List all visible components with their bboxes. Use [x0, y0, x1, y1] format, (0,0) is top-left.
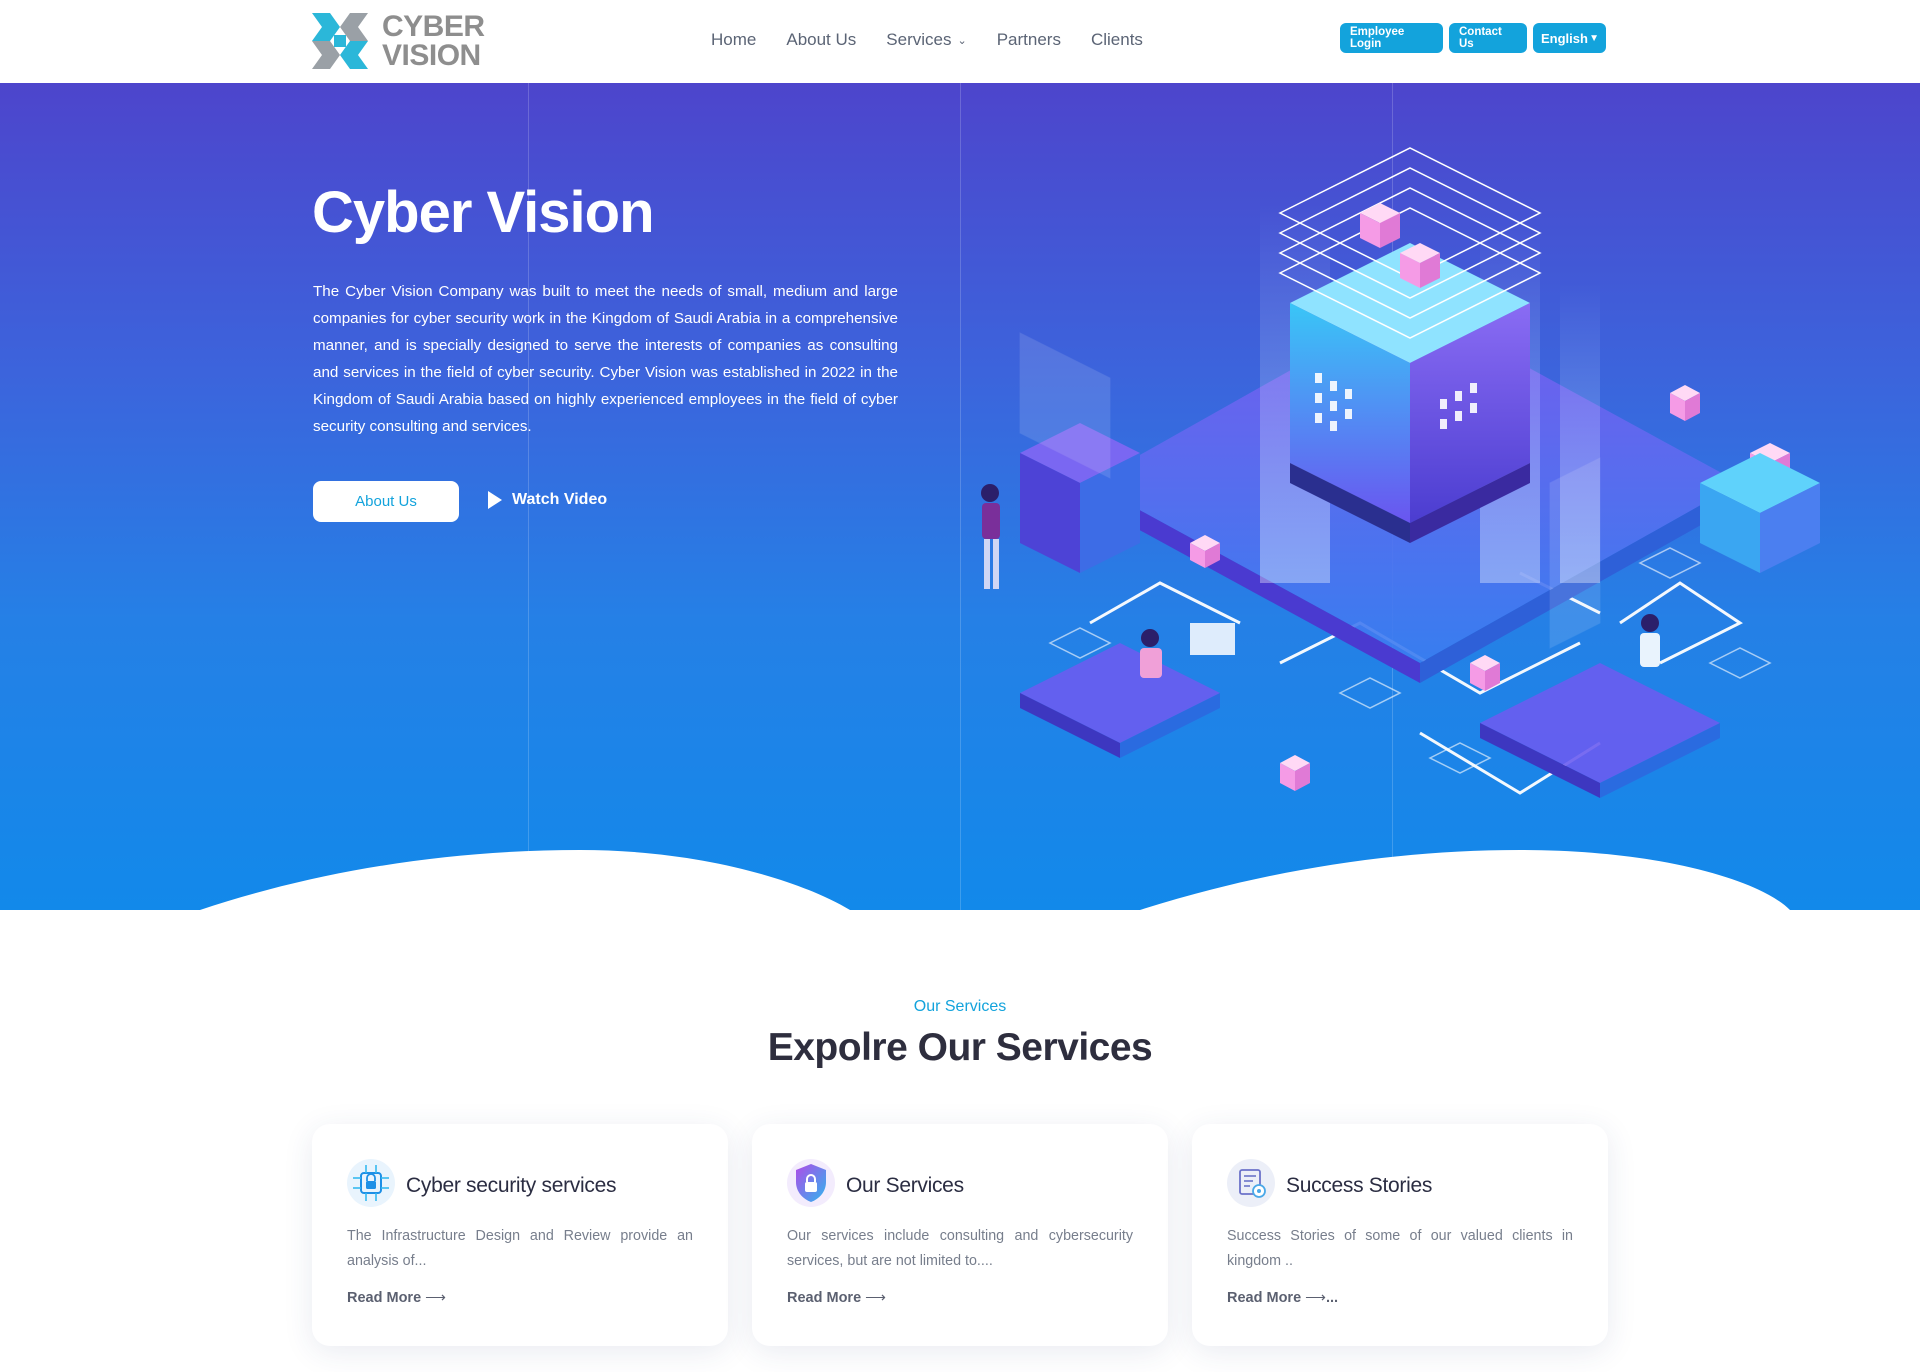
arrow-right-icon: ⟶	[425, 1290, 446, 1306]
read-more-label: Read More	[1227, 1290, 1302, 1306]
site-header: CYBER VISION Home About Us Services ⌄ Par…	[0, 0, 1920, 83]
nav-about-us[interactable]: About Us	[786, 30, 856, 50]
language-value: English	[1541, 30, 1588, 46]
isometric-datacenter-illustration	[981, 147, 1820, 798]
arrow-right-icon: ⟶	[865, 1290, 886, 1306]
nav-partners[interactable]: Partners	[997, 30, 1061, 50]
read-more-suffix: ...	[1325, 1290, 1339, 1306]
header-actions: Employee Login Contact Us English ▼	[1340, 23, 1606, 53]
hero-wave	[0, 850, 1920, 910]
hero-title: Cyber Vision	[312, 180, 654, 245]
employee-login-button[interactable]: Employee Login	[1340, 23, 1443, 53]
arrow-right-icon: ⟶	[1305, 1290, 1326, 1306]
chevron-down-icon: ⌄	[957, 34, 967, 47]
service-card-our-services[interactable]: Our Services Our services include consul…	[752, 1124, 1168, 1346]
hero-section: Cyber Vision The Cyber Vision Company wa…	[0, 83, 1920, 910]
about-us-button[interactable]: About Us	[313, 481, 459, 522]
watch-video-button[interactable]: Watch Video	[488, 491, 607, 509]
logo-mark-icon	[312, 13, 368, 69]
hero-description: The Cyber Vision Company was built to me…	[313, 283, 898, 435]
read-more-label: Read More	[347, 1290, 422, 1306]
report-gear-icon	[1227, 1159, 1275, 1207]
logo-text: CYBER VISION	[382, 10, 485, 72]
services-cards: Cyber security services The Infrastructu…	[312, 1124, 1608, 1346]
chevron-down-icon: ▼	[1589, 32, 1599, 44]
nav-services-label: Services	[886, 30, 952, 49]
service-card-description: The Infrastructure Design and Review pro…	[347, 1228, 693, 1269]
watch-video-label: Watch Video	[512, 491, 608, 508]
nav-services[interactable]: Services ⌄	[886, 30, 966, 50]
play-icon	[488, 491, 502, 509]
service-card-title: Success Stories	[1286, 1174, 1433, 1197]
services-title: Expolre Our Services	[767, 1026, 1153, 1069]
nav-home[interactable]: Home	[711, 30, 756, 50]
language-select[interactable]: English ▼	[1533, 23, 1606, 53]
circuit-lock-icon	[347, 1159, 395, 1207]
service-card-cyber-security[interactable]: Cyber security services The Infrastructu…	[312, 1124, 728, 1346]
service-card-description: Our services include consulting and cybe…	[787, 1228, 1133, 1269]
service-card-title: Cyber security services	[406, 1174, 617, 1197]
service-card-title: Our Services	[846, 1174, 964, 1197]
contact-us-button[interactable]: Contact Us	[1449, 23, 1527, 53]
logo[interactable]: CYBER VISION	[312, 10, 487, 72]
read-more-link[interactable]: Read More ⟶...	[1227, 1290, 1338, 1306]
nav-clients[interactable]: Clients	[1091, 30, 1143, 50]
service-card-description: Success Stories of some of our valued cl…	[1227, 1228, 1573, 1269]
service-card-success-stories[interactable]: Success Stories Success Stories of some …	[1192, 1124, 1608, 1346]
read-more-label: Read More	[787, 1290, 862, 1306]
shield-lock-icon	[787, 1159, 835, 1207]
read-more-link[interactable]: Read More ⟶	[347, 1290, 446, 1306]
read-more-link[interactable]: Read More ⟶	[787, 1290, 886, 1306]
services-kicker: Our Services	[913, 998, 1007, 1015]
main-nav: Home About Us Services ⌄ Partners Clients	[711, 30, 1173, 50]
